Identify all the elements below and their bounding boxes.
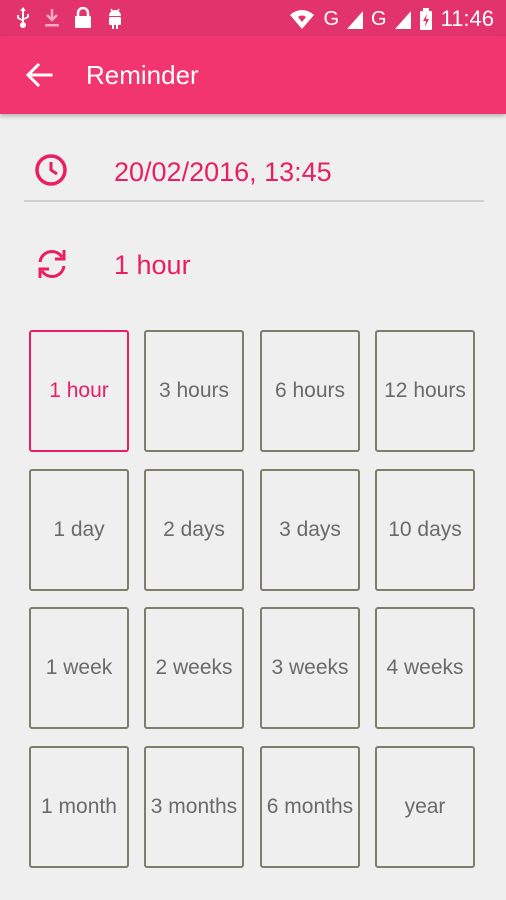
interval-grid: 1 hour 3 hours 6 hours 12 hours 1 day 2 … (29, 330, 479, 872)
status-bar: G G 11:46 (0, 0, 506, 36)
repeat-icon (38, 250, 66, 278)
interval-option[interactable]: 2 days (144, 469, 244, 591)
repeat-interval-value: 1 hour (114, 250, 191, 280)
usb-icon (17, 7, 29, 28)
arrow-back-icon (25, 62, 53, 88)
clock-icon (35, 154, 67, 186)
page-title: Reminder (86, 60, 199, 90)
network-type-2: G (371, 7, 387, 30)
interval-option[interactable]: 3 days (260, 469, 360, 591)
reminder-datetime[interactable]: 20/02/2016, 13:45 (114, 157, 332, 188)
interval-option-selected[interactable]: 1 hour (29, 330, 129, 452)
interval-option[interactable]: 3 hours (144, 330, 244, 452)
signal-icon-1 (347, 11, 364, 29)
interval-option[interactable]: 3 weeks (260, 607, 360, 729)
interval-option[interactable]: 1 week (29, 607, 129, 729)
app-bar: Reminder (0, 36, 506, 114)
repeat-row: 1 hour (24, 240, 484, 290)
wifi-icon (290, 10, 315, 29)
status-time: 11:46 (440, 6, 494, 31)
interval-option[interactable]: 12 hours (375, 330, 475, 452)
back-button[interactable] (24, 60, 54, 90)
reminder-date-row[interactable]: 20/02/2016, 13:45 (24, 143, 484, 202)
interval-option[interactable]: 2 weeks (144, 607, 244, 729)
interval-option[interactable]: year (375, 746, 475, 868)
interval-option[interactable]: 4 weeks (375, 607, 475, 729)
interval-option[interactable]: 1 day (29, 469, 129, 591)
interval-option[interactable]: 6 hours (260, 330, 360, 452)
notification-icons (16, 7, 124, 29)
interval-option[interactable]: 10 days (375, 469, 475, 591)
android-icon (109, 8, 121, 29)
interval-option[interactable]: 1 month (29, 746, 129, 868)
lock-icon (75, 7, 91, 28)
battery-icon (419, 8, 432, 30)
download-icon (45, 9, 59, 27)
network-type-1: G (323, 7, 340, 30)
signal-icon-2 (394, 11, 411, 29)
interval-option[interactable]: 6 months (260, 746, 360, 868)
interval-option[interactable]: 3 months (144, 746, 244, 868)
system-icons: G G 11:46 (289, 6, 494, 32)
